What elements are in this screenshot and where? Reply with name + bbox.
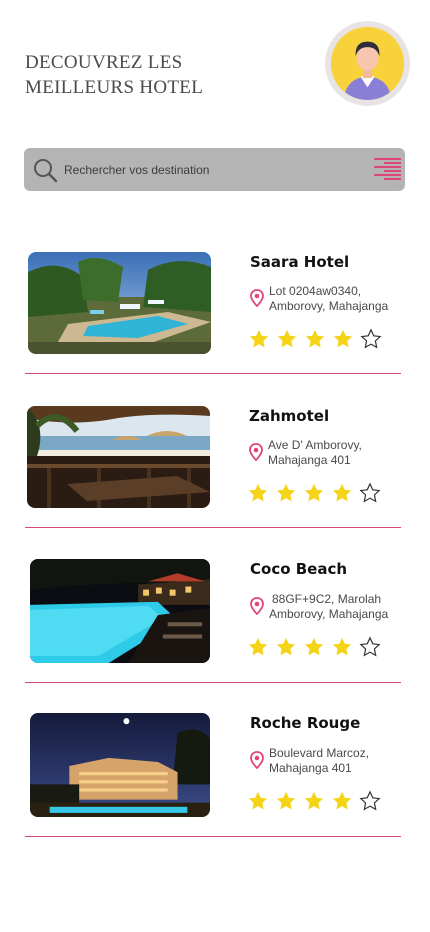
page-title-line-2: MEILLEURS HOTEL [25, 77, 204, 98]
hotel-address-line-1: Ave D' Amborovy, [268, 438, 362, 452]
star-rating [247, 790, 387, 812]
hotel-card-zahmotel[interactable]: Zahmotel Ave D' Amborovy, Mahajanga 401 [24, 406, 402, 536]
filter-list-icon[interactable] [374, 157, 401, 182]
hotel-name: Coco Beach [250, 560, 348, 578]
location-pin-icon [249, 751, 265, 769]
star-filled-icon [332, 328, 354, 350]
star-filled-icon [331, 482, 353, 504]
user-avatar-icon [331, 27, 404, 100]
star-filled-icon [276, 328, 298, 350]
page-title-line-1: DECOUVREZ LES [25, 52, 183, 73]
hotel-name: Zahmotel [249, 407, 330, 425]
hotel-address: Ave D' Amborovy, Mahajanga 401 [268, 438, 403, 468]
hotel-address-line-1: Boulevard Marcoz, [269, 746, 370, 760]
hotel-address-line-2: Amborovy, Mahajanga [269, 299, 389, 313]
hotel-name: Roche Rouge [250, 714, 361, 732]
hotel-photo[interactable] [30, 713, 210, 817]
search-input[interactable] [64, 162, 354, 177]
search-bar [24, 148, 405, 191]
star-filled-icon [247, 482, 269, 504]
star-filled-icon [304, 328, 326, 350]
star-filled-icon [275, 790, 297, 812]
location-pin-icon [249, 289, 265, 307]
star-filled-icon [275, 482, 297, 504]
divider [25, 527, 401, 528]
star-filled-icon [303, 482, 325, 504]
hotel-name: Saara Hotel [250, 253, 350, 271]
hotel-address: 88GF+9C2, Marolah Amborovy, Mahajanga [269, 592, 404, 622]
hotel-card-coco-beach[interactable]: Coco Beach 88GF+9C2, Marolah Amborovy, M… [24, 559, 402, 689]
hotel-address-line-1: Lot 0204aw0340, [269, 284, 362, 298]
star-rating [248, 328, 388, 350]
hotel-photo[interactable] [30, 559, 210, 663]
search-icon[interactable] [32, 157, 58, 183]
hotel-address-line-1: 88GF+9C2, Marolah [272, 592, 382, 606]
star-filled-icon [247, 636, 269, 658]
star-filled-icon [275, 636, 297, 658]
hotel-address-line-2: Amborovy, Mahajanga [269, 607, 389, 621]
star-filled-icon [331, 790, 353, 812]
divider [25, 836, 401, 837]
divider [25, 682, 401, 683]
star-filled-icon [247, 790, 269, 812]
star-filled-icon [303, 636, 325, 658]
hotel-address-line-2: Mahajanga 401 [268, 453, 351, 467]
hotel-card-saara[interactable]: Saara Hotel Lot 0204aw0340, Amborovy, Ma… [24, 252, 402, 382]
star-rating [247, 482, 387, 504]
page-title: DECOUVREZ LES MEILLEURS HOTEL [25, 50, 285, 100]
star-filled-icon [303, 790, 325, 812]
star-empty-icon [360, 328, 382, 350]
location-pin-icon [249, 597, 265, 615]
star-rating [247, 636, 387, 658]
location-pin-icon [248, 443, 264, 461]
hotel-address: Lot 0204aw0340, Amborovy, Mahajanga [269, 284, 404, 314]
star-empty-icon [359, 636, 381, 658]
hotel-address-line-2: Mahajanga 401 [269, 761, 352, 775]
hotel-photo[interactable] [28, 252, 211, 354]
star-filled-icon [331, 636, 353, 658]
hotel-photo[interactable] [27, 406, 210, 508]
hotel-address: Boulevard Marcoz, Mahajanga 401 [269, 746, 404, 776]
star-filled-icon [248, 328, 270, 350]
divider [25, 373, 401, 374]
avatar[interactable] [325, 21, 410, 106]
star-empty-icon [359, 482, 381, 504]
star-empty-icon [359, 790, 381, 812]
hotel-card-roche-rouge[interactable]: Roche Rouge Boulevard Marcoz, Mahajanga … [24, 713, 402, 843]
